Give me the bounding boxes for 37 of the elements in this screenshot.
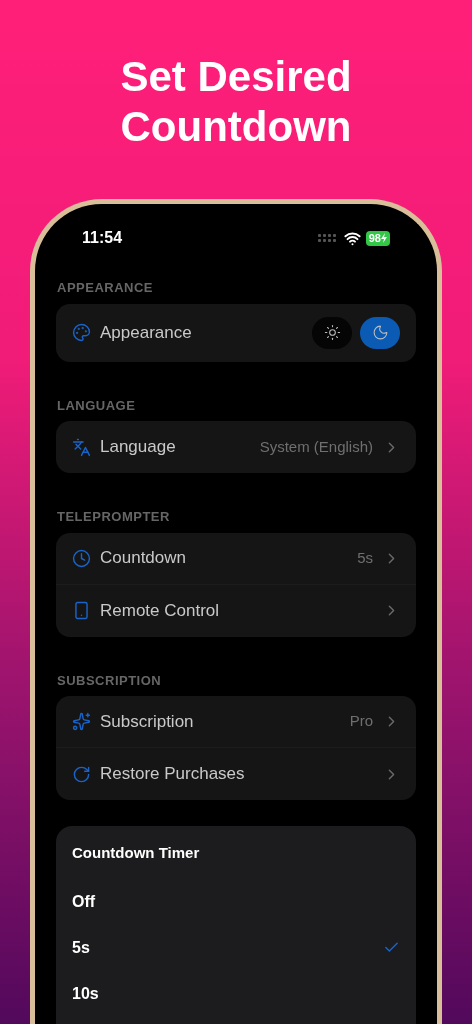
sparkles-icon — [72, 712, 91, 731]
light-mode-button[interactable] — [312, 316, 352, 349]
status-time: 11:54 — [82, 228, 123, 248]
signal-icon — [317, 233, 336, 243]
translate-icon — [72, 437, 91, 457]
row-label: Restore Purchases — [100, 763, 245, 786]
settings-row[interactable]: Restore Purchases — [56, 748, 416, 800]
row-value: 5s — [357, 547, 373, 568]
section-header: SUBSCRIPTION — [57, 671, 163, 690]
section-header: LANGUAGE — [57, 396, 137, 415]
refresh-icon — [72, 764, 91, 784]
row-label: Countdown — [100, 547, 186, 570]
row-value: Pro — [349, 711, 373, 732]
moon-icon — [371, 324, 389, 341]
row-value: System (English) — [259, 436, 373, 457]
settings-row[interactable]: Countdown 5s — [56, 532, 416, 585]
section-header: TELEPROMPTER — [57, 508, 171, 526]
timer-option[interactable]: Off — [72, 889, 96, 914]
headline: Set Desired Countdown — [119, 52, 353, 152]
sun-icon — [323, 324, 341, 341]
settings-row[interactable]: Language System (English) — [56, 421, 416, 473]
dark-mode-button[interactable] — [360, 316, 400, 349]
timer-option[interactable]: 10s — [72, 981, 99, 1006]
settings-row[interactable]: Subscription Pro — [56, 696, 416, 748]
section-header: APPEARANCE — [57, 279, 154, 297]
settings-row[interactable]: Remote Control — [56, 584, 416, 637]
row-label: Language — [100, 436, 176, 459]
battery-icon: 98 — [365, 230, 390, 246]
row-label: Subscription — [100, 710, 194, 733]
phone-icon — [72, 601, 91, 620]
clock-icon — [72, 548, 91, 568]
row-label: Appearance — [100, 321, 192, 344]
settings-row[interactable]: Appearance — [56, 306, 416, 359]
sheet-title: Countdown Timer — [72, 843, 201, 863]
palette-icon — [72, 323, 91, 342]
timer-option[interactable]: 5s — [72, 935, 90, 960]
row-label: Remote Control — [100, 599, 220, 622]
